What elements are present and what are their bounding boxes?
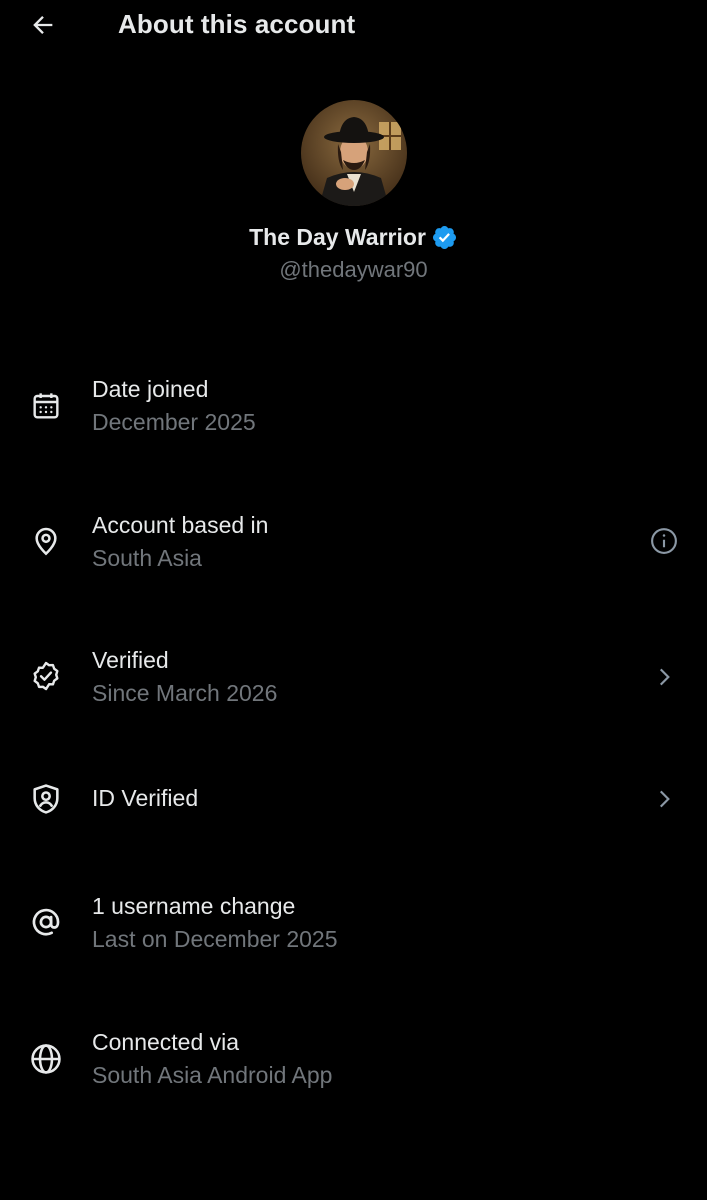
account-based-in-label: Account based in xyxy=(92,512,269,538)
top-bar: About this account xyxy=(0,0,707,50)
row-date-joined: Date joined December 2025 xyxy=(0,372,707,442)
row-connected-via: Connected via South Asia Android App xyxy=(0,1025,707,1095)
chevron-right-icon xyxy=(659,790,670,808)
info-icon xyxy=(651,528,677,554)
avatar[interactable] xyxy=(300,100,407,206)
id-verified-chevron[interactable] xyxy=(647,782,681,816)
row-id-verified[interactable]: ID Verified xyxy=(0,765,707,835)
date-joined-label: Date joined xyxy=(92,376,209,402)
id-verified-label: ID Verified xyxy=(92,785,199,811)
shield-person-icon xyxy=(26,779,66,819)
chevron-right-icon xyxy=(659,668,670,686)
verified-chevron[interactable] xyxy=(647,660,681,694)
calendar-icon xyxy=(26,386,66,426)
row-username-change: 1 username change Last on December 2025 xyxy=(0,889,707,959)
display-name: The Day Warrior xyxy=(249,224,426,250)
date-joined-value: December 2025 xyxy=(92,409,256,435)
username-change-label: 1 username change xyxy=(92,893,296,919)
arrow-left-icon xyxy=(33,16,53,34)
verified-label: Verified xyxy=(92,647,169,673)
verified-since-value: Since March 2026 xyxy=(92,680,278,706)
back-button[interactable] xyxy=(26,8,60,42)
info-button[interactable] xyxy=(647,524,681,558)
avatar-image xyxy=(300,100,407,206)
page-title: About this account xyxy=(118,9,356,39)
verified-check-icon xyxy=(26,656,66,696)
at-sign-icon xyxy=(26,902,66,942)
profile-section: The Day Warrior @thedaywar90 xyxy=(0,100,707,283)
user-handle: @thedaywar90 xyxy=(279,257,428,282)
location-pin-icon xyxy=(26,521,66,561)
account-based-in-value: South Asia xyxy=(92,545,202,571)
connected-via-value: South Asia Android App xyxy=(92,1062,333,1088)
row-account-based-in: Account based in South Asia xyxy=(0,508,707,578)
verified-badge-icon xyxy=(431,224,458,251)
connected-via-label: Connected via xyxy=(92,1029,240,1055)
globe-icon xyxy=(26,1039,66,1079)
row-verified[interactable]: Verified Since March 2026 xyxy=(0,643,707,713)
name-row: The Day Warrior xyxy=(0,224,707,251)
username-change-value: Last on December 2025 xyxy=(92,926,338,952)
